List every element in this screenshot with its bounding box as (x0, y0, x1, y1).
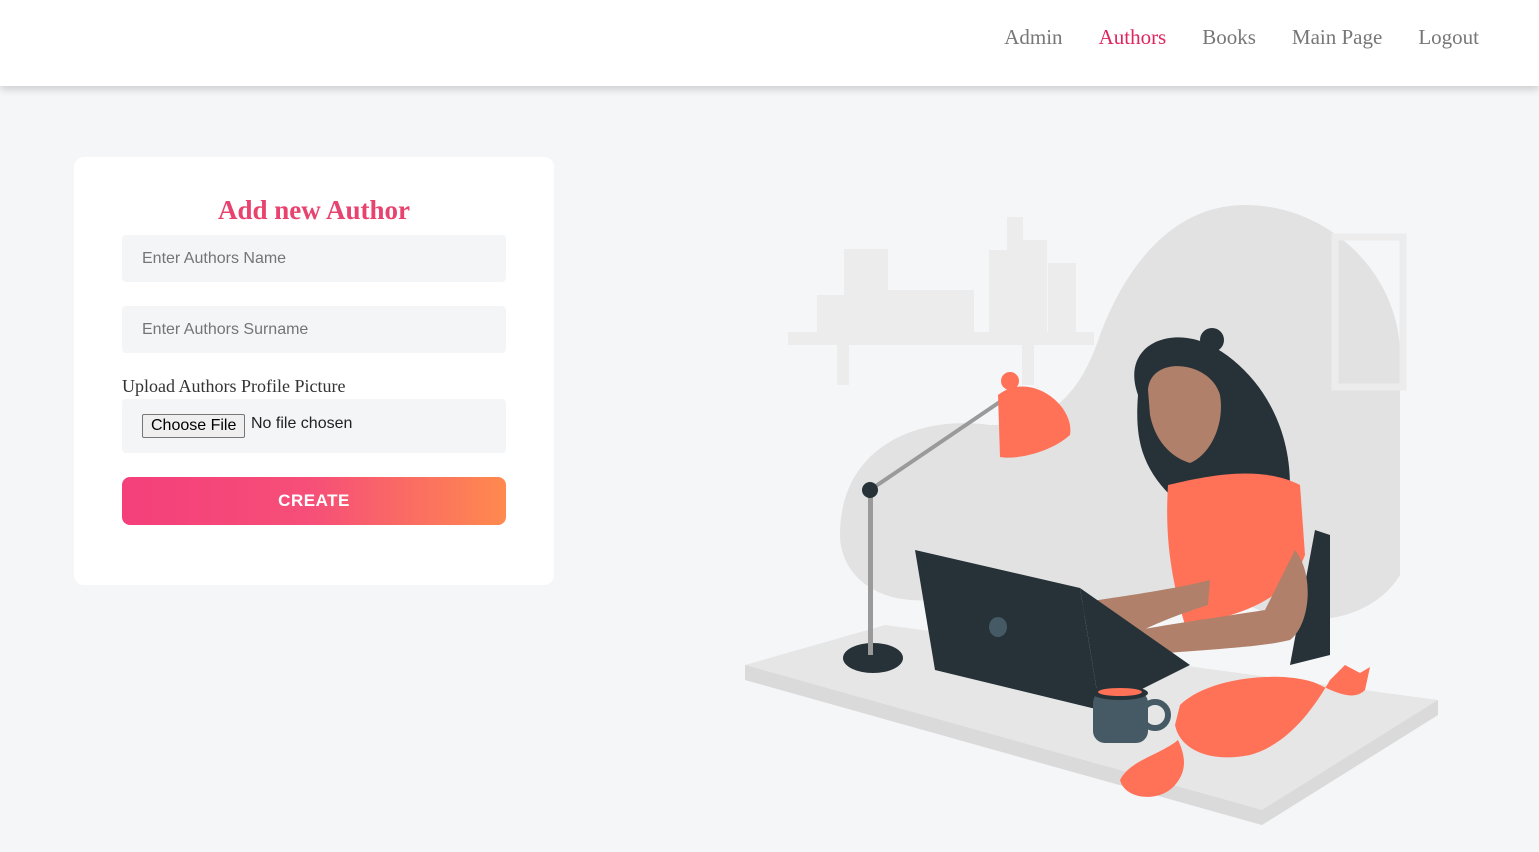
choose-file-button[interactable]: Choose File (142, 414, 246, 438)
nav-link-admin[interactable]: Admin (1004, 22, 1062, 52)
author-name-input[interactable] (122, 235, 506, 282)
form-title: Add new Author (217, 195, 411, 225)
author-surname-input[interactable] (122, 306, 506, 353)
nav-link-books[interactable]: Books (1202, 22, 1256, 52)
nav-link-authors[interactable]: Authors (1099, 22, 1167, 52)
woman-working-illustration (745, 205, 1438, 825)
nav-links: Admin Authors Books Main Page Logout (1004, 22, 1479, 52)
nav-link-logout[interactable]: Logout (1418, 22, 1479, 52)
file-status-text: No file chosen (251, 415, 353, 432)
add-author-card: Add new Author Upload Authors Profile Pi… (74, 157, 554, 585)
create-button[interactable]: CREATE (122, 477, 506, 525)
nav-link-main-page[interactable]: Main Page (1292, 22, 1382, 52)
navbar: Admin Authors Books Main Page Logout (0, 0, 1539, 86)
file-upload-field: Choose File No file chosen (122, 399, 506, 453)
wall-shelf (788, 217, 1094, 385)
upload-label: Upload Authors Profile Picture (122, 376, 346, 396)
